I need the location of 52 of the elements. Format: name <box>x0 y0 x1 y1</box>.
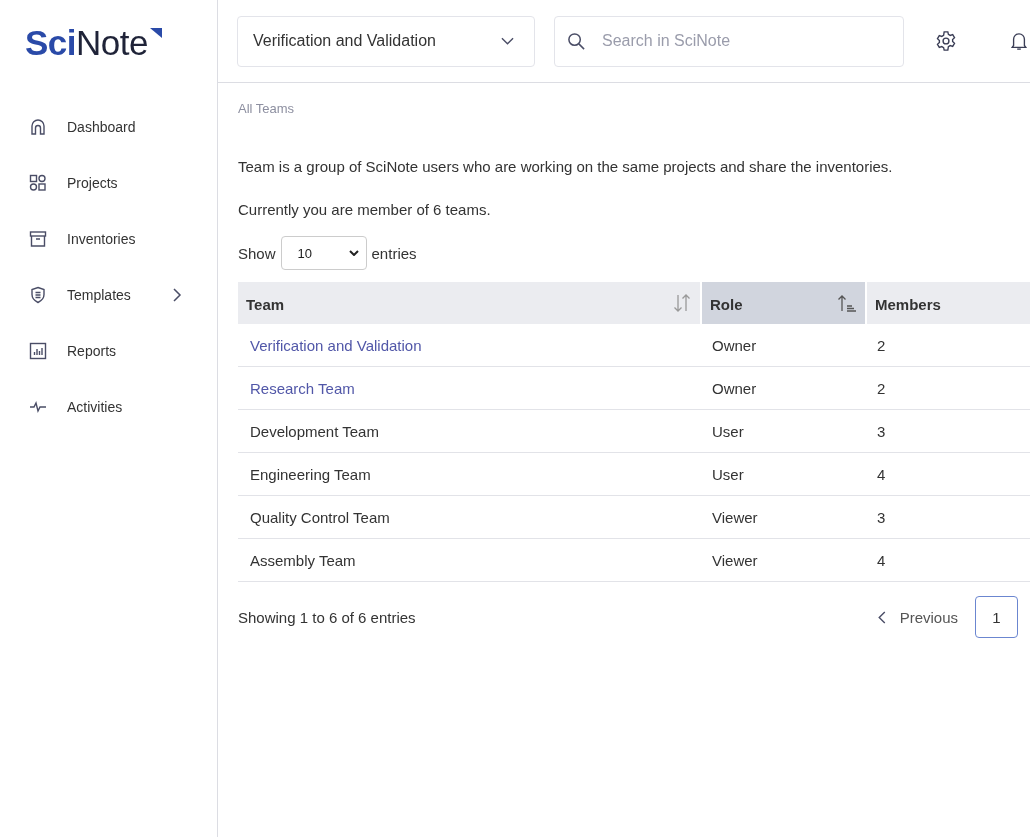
chevron-left-icon <box>877 610 886 624</box>
sidebar-item[interactable]: Inventories <box>0 211 217 267</box>
scinote-logo[interactable]: SciNote <box>25 24 148 62</box>
role-text: Viewer <box>712 508 758 526</box>
column-header[interactable]: Team <box>238 282 702 324</box>
role-text: Owner <box>712 336 757 354</box>
grid-icon <box>28 173 48 193</box>
column-header[interactable]: Role <box>702 282 867 324</box>
role-text: User <box>712 422 744 440</box>
team-link[interactable]: Verification and Validation <box>250 336 422 354</box>
chart-icon <box>28 341 48 361</box>
previous-button[interactable]: Previous <box>877 608 958 626</box>
settings-icon[interactable] <box>935 30 957 52</box>
team-name: Development Team <box>250 422 379 440</box>
sidebar-item[interactable]: Dashboard <box>0 99 217 155</box>
table-info: Showing 1 to 6 of 6 entries <box>238 608 416 626</box>
entries-select[interactable]: 10 <box>280 236 367 270</box>
entries-label: entries <box>371 244 417 262</box>
member-count-text: Currently you are member of 6 teams. <box>238 201 492 218</box>
sidebar-item[interactable]: Activities <box>0 379 217 435</box>
sidebar-item[interactable]: Projects <box>0 155 217 211</box>
shield-icon <box>28 285 48 305</box>
sidebar-item[interactable]: Reports <box>0 323 217 379</box>
role-text: Owner <box>712 379 757 397</box>
archive-icon <box>28 229 48 249</box>
notifications-icon[interactable] <box>1010 30 1028 52</box>
chevron-right-icon <box>172 288 182 302</box>
intro-text: Team is a group of SciNote users who are working on the same projects and share the inventories. <box>238 158 894 175</box>
team-name: Assembly Team <box>250 551 356 569</box>
members-count: 4 <box>877 551 886 569</box>
sidebar-item[interactable]: Templates <box>0 267 217 323</box>
members-count: 2 <box>877 379 886 397</box>
search-field[interactable]: Search in SciNote <box>554 15 904 67</box>
role-text: Viewer <box>712 551 758 569</box>
sort-icon <box>672 294 692 312</box>
sort-ascending-icon <box>837 294 857 312</box>
members-count: 4 <box>877 465 886 483</box>
members-count: 3 <box>877 422 886 440</box>
members-count: 2 <box>877 336 886 354</box>
team-name: Engineering Team <box>250 465 371 483</box>
column-header[interactable]: Members <box>867 282 1030 324</box>
team-select[interactable]: Verification and Validation <box>237 15 535 67</box>
logo-corner-icon <box>150 28 162 38</box>
page-button[interactable]: 1 <box>975 596 1018 638</box>
show-label: Show <box>238 244 276 262</box>
team-link[interactable]: Research Team <box>250 379 355 397</box>
home-icon <box>28 117 48 137</box>
role-text: User <box>712 465 744 483</box>
chevron-down-icon <box>348 250 359 256</box>
team-name: Quality Control Team <box>250 508 390 526</box>
members-count: 3 <box>877 508 886 526</box>
chevron-down-icon <box>501 37 514 45</box>
